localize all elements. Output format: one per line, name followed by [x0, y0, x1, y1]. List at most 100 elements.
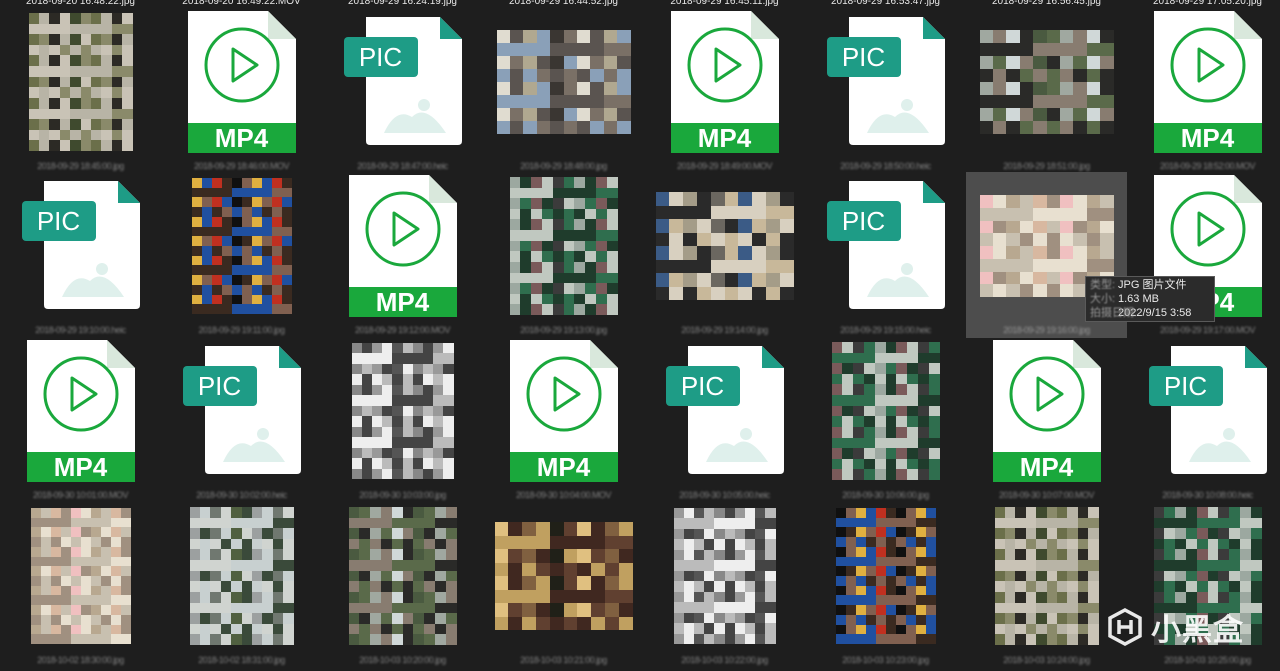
pic-badge-label: PIC [680, 371, 725, 401]
file-thumbnail [805, 337, 966, 485]
photo-thumbnail [673, 508, 776, 644]
pic-file-icon: PIC [825, 173, 947, 319]
file-name-label: 2018-09-29 18:47:00.heic [357, 161, 448, 171]
file-thumbnail [483, 502, 644, 650]
file-item-pic[interactable]: PIC 2018-09-29 18:47:00.heic [322, 8, 483, 174]
file-item-photo[interactable]: 2018-10-02 18:31:00.jpg [161, 502, 322, 668]
file-item-photo[interactable]: 2018-09-29 19:14:00.jpg [644, 172, 805, 338]
file-thumbnail: MP4 [644, 8, 805, 156]
file-name-label: 2018-09-29 19:17:00.MOV [1159, 325, 1256, 335]
file-thumbnail: MP4 [1127, 8, 1280, 156]
photo-thumbnail [351, 343, 454, 479]
file-item-photo[interactable]: 2018-09-29 19:11:00.jpg [161, 172, 322, 338]
tooltip-size-value: 1.63 MB [1118, 293, 1159, 305]
file-thumbnail: MP4 [483, 337, 644, 485]
file-item-photo[interactable]: 2018-10-02 18:30:00.jpg [0, 502, 161, 668]
mp4-file-icon: MP4 [991, 338, 1103, 484]
tooltip-date-label: 拍摄日期: [1090, 307, 1138, 319]
mp4-badge-label: MP4 [1019, 452, 1074, 482]
file-name-label: 2018-09-29 19:10:00.heic [35, 325, 126, 335]
file-name-label: 2018-09-29 18:46:00.MOV [193, 161, 290, 171]
file-item-video[interactable]: MP4 2018-09-29 18:52:00.MOV [1127, 8, 1280, 174]
file-item-pic[interactable]: PIC 2018-09-29 19:10:00.heic [0, 172, 161, 338]
file-item-photo[interactable]: 2018-10-03 10:22:00.jpg [644, 502, 805, 668]
file-name-label: 2018-10-02 18:31:00.jpg [198, 655, 285, 665]
pic-file-icon: PIC [342, 9, 464, 155]
file-thumbnail [161, 502, 322, 650]
file-thumbnail: PIC [805, 172, 966, 320]
file-thumbnail [966, 8, 1127, 156]
top-row-caption: 2018-09-29 16:45:11.jpg [670, 0, 779, 7]
file-name-label: 2018-10-03 10:23:00.jpg [842, 655, 929, 665]
file-item-photo[interactable]: 2018-09-29 18:45:00.jpg [0, 8, 161, 174]
file-name-label: 2018-09-29 19:12:00.MOV [354, 325, 451, 335]
tooltip-type-label: 类型: [1090, 279, 1116, 291]
photo-thumbnail [189, 507, 294, 645]
mp4-badge-label: MP4 [53, 452, 108, 482]
file-item-video[interactable]: MP4 2018-09-30 10:04:00.MOV [483, 337, 644, 503]
pic-badge-label: PIC [36, 206, 81, 236]
file-name-label: 2018-09-30 10:08:00.heic [1162, 490, 1253, 500]
file-item-photo[interactable]: 2018-10-03 10:24:00.jpg [966, 502, 1127, 668]
file-thumbnail: MP4 [161, 8, 322, 156]
file-name-label: 2018-09-29 19:15:00.heic [840, 325, 931, 335]
file-item-video[interactable]: MP4 2018-09-29 18:46:00.MOV [161, 8, 322, 174]
watermark-text: 小黑盒 [1151, 614, 1244, 647]
top-row-caption: 2018-09-29 16:53:47.jpg [831, 0, 940, 7]
file-item-pic[interactable]: PIC 2018-09-30 10:08:00.heic [1127, 337, 1280, 503]
file-thumbnail: PIC [161, 337, 322, 485]
pic-badge-label: PIC [1163, 371, 1208, 401]
file-name-label: 2018-09-29 19:14:00.jpg [681, 325, 768, 335]
file-thumbnail: PIC [644, 337, 805, 485]
pic-file-icon: PIC [20, 173, 142, 319]
file-item-video[interactable]: MP4 2018-09-30 10:01:00.MOV [0, 337, 161, 503]
photo-thumbnail [496, 30, 631, 134]
file-item-photo[interactable]: 2018-10-03 10:20:00.jpg [322, 502, 483, 668]
file-item-video[interactable]: MP4 2018-09-30 10:07:00.MOV [966, 337, 1127, 503]
file-item-photo[interactable]: 2018-09-29 19:13:00.jpg [483, 172, 644, 338]
file-thumbnail: MP4 [322, 172, 483, 320]
file-item-pic[interactable]: PIC 2018-09-30 10:05:00.heic [644, 337, 805, 503]
file-name-label: 2018-09-29 19:16:00.jpg [1003, 325, 1090, 335]
file-thumbnail: PIC [322, 8, 483, 156]
mp4-badge-label: MP4 [214, 123, 269, 153]
file-item-video[interactable]: MP4 2018-09-29 18:49:00.MOV [644, 8, 805, 174]
photo-thumbnail [979, 30, 1114, 134]
file-name-label: 2018-09-30 10:06:00.jpg [842, 490, 929, 500]
file-name-label: 2018-09-29 18:45:00.jpg [37, 161, 124, 171]
file-item-pic[interactable]: PIC 2018-09-29 19:15:00.heic [805, 172, 966, 338]
heybox-logo-icon [1108, 608, 1142, 646]
file-item-video[interactable]: MP4 2018-09-29 19:12:00.MOV [322, 172, 483, 338]
photo-thumbnail [831, 342, 940, 480]
file-item-pic[interactable]: PIC 2018-09-29 18:50:00.heic [805, 8, 966, 174]
mp4-file-icon: MP4 [1152, 9, 1264, 155]
file-thumbnail [322, 502, 483, 650]
file-item-photo[interactable]: 2018-10-03 10:23:00.jpg [805, 502, 966, 668]
pic-badge-label: PIC [197, 371, 242, 401]
file-grid: 2018-09-20 16:48:22.jpg 2018-09-20 16:49:… [0, 0, 1280, 671]
photo-thumbnail [494, 522, 633, 630]
file-item-photo[interactable]: 2018-09-29 18:48:00.jpg [483, 8, 644, 174]
file-thumbnail [0, 8, 161, 156]
file-item-photo[interactable]: 2018-09-29 18:51:00.jpg [966, 8, 1127, 174]
file-item-photo[interactable]: 2018-09-30 10:03:00.jpg [322, 337, 483, 503]
mp4-file-icon: MP4 [347, 173, 459, 319]
file-tooltip: 类型: JPG 图片文件 大小: 1.63 MB 拍摄日期: 2022/9/15 3:… [1085, 276, 1215, 322]
mp4-badge-label: MP4 [375, 287, 430, 317]
photo-thumbnail [191, 178, 292, 314]
top-row-caption: 2018-09-20 16:48:22.jpg [26, 0, 135, 7]
file-item-pic[interactable]: PIC 2018-09-30 10:02:00.heic [161, 337, 322, 503]
file-item-photo[interactable]: 2018-10-03 10:21:00.jpg [483, 502, 644, 668]
file-name-label: 2018-09-30 10:07:00.MOV [998, 490, 1095, 500]
pic-badge-label: PIC [841, 206, 886, 236]
pic-file-icon: PIC [664, 338, 786, 484]
photo-thumbnail [994, 507, 1099, 645]
file-thumbnail: MP4 [966, 337, 1127, 485]
file-name-label: 2018-10-03 10:21:00.jpg [520, 655, 607, 665]
file-thumbnail [0, 502, 161, 650]
photo-thumbnail [835, 508, 936, 644]
top-row-caption: 2018-09-29 16:44:52.jpg [509, 0, 618, 7]
file-thumbnail [161, 172, 322, 320]
mp4-file-icon: MP4 [508, 338, 620, 484]
file-item-photo[interactable]: 2018-09-30 10:06:00.jpg [805, 337, 966, 503]
